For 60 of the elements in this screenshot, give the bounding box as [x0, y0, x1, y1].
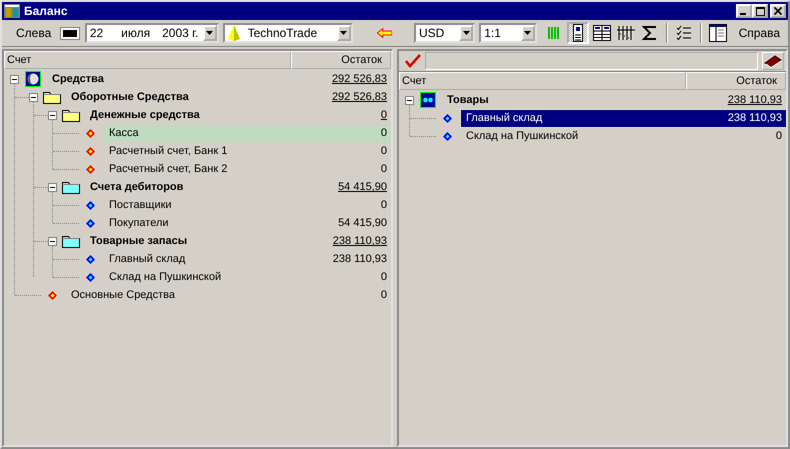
minimize-button[interactable] — [736, 4, 752, 18]
globe-icon — [25, 71, 41, 87]
tree-item[interactable]: Оборотные Средства 292 526,83 — [66, 88, 391, 106]
tree-item[interactable]: Денежные средства 0 — [85, 106, 391, 124]
date-dropdown[interactable]: 22 июля 2003 г. — [84, 23, 219, 43]
app-icon — [4, 4, 20, 18]
collapse-toggle[interactable] — [405, 96, 414, 104]
tree-item[interactable]: Товары 238 110,93 — [442, 92, 786, 108]
tree-item[interactable]: Поставщики 0 — [104, 196, 391, 214]
book-button[interactable] — [762, 52, 784, 70]
tree-item[interactable]: Товарные запасы 238 110,93 — [85, 232, 391, 250]
column-header[interactable]: Счет — [399, 72, 686, 90]
checklist-icon — [676, 25, 692, 41]
tree-item[interactable]: Основные Средства 0 — [66, 286, 391, 304]
caret-icon — [462, 31, 470, 35]
pyramid-icon — [228, 25, 240, 41]
tree-item[interactable]: Средства 292 526,83 — [47, 70, 391, 88]
tree-item[interactable]: Расчетный счет, Банк 1 0 — [104, 142, 391, 160]
collapse-toggle[interactable] — [48, 236, 57, 246]
maximize-button[interactable] — [752, 4, 768, 18]
tree-item[interactable]: Главный склад 238 110,93 — [461, 110, 786, 126]
tree-item[interactable]: Счета дебиторов 54 415,90 — [85, 178, 391, 196]
caret-icon — [340, 31, 348, 35]
bars-icon — [546, 25, 562, 41]
close-icon — [774, 7, 782, 15]
toolbar-button[interactable] — [706, 22, 729, 44]
caret-icon — [206, 31, 214, 35]
ledger-icon — [592, 25, 611, 41]
collapse-toggle[interactable] — [48, 182, 57, 192]
right-label: Справа — [738, 26, 780, 40]
collapse-toggle[interactable] — [48, 110, 57, 120]
tree-item[interactable]: Касса 0 — [104, 124, 391, 142]
input-field[interactable] — [425, 52, 758, 70]
tree-item[interactable]: Склад на Пушкинской 0 — [461, 128, 786, 144]
window-title: Баланс — [24, 4, 68, 18]
column-header[interactable]: Остаток — [291, 51, 391, 69]
arrow-left-icon[interactable] — [376, 28, 392, 38]
column-header[interactable]: Остаток — [686, 72, 786, 90]
currency-dropdown[interactable]: USD — [414, 23, 476, 43]
sigma-icon — [642, 25, 658, 41]
caret-icon — [524, 31, 532, 35]
collapse-toggle[interactable] — [10, 74, 19, 84]
close-button[interactable] — [770, 4, 786, 18]
company-dropdown[interactable]: TechnoTrade — [222, 23, 353, 43]
tree-item[interactable]: Склад на Пушкинской 0 — [104, 268, 391, 286]
color-swatch[interactable] — [61, 28, 79, 38]
left-label: Слева — [16, 26, 52, 40]
toolbar-button[interactable] — [566, 22, 589, 44]
tree-item[interactable]: Покупатели 54 415,90 — [104, 214, 391, 232]
toolbar-button[interactable] — [590, 22, 613, 44]
columns-icon — [616, 25, 635, 41]
column-header[interactable]: Счет — [4, 51, 291, 69]
tree-item[interactable]: Расчетный счет, Банк 2 0 — [104, 160, 391, 178]
maximize-icon — [756, 6, 764, 16]
checkmark-icon[interactable] — [405, 54, 421, 68]
dots-icon — [420, 92, 436, 108]
panel-icon — [708, 24, 727, 42]
collapse-toggle[interactable] — [29, 92, 38, 102]
tree-item[interactable]: Главный склад 238 110,93 — [104, 250, 391, 268]
scale-dropdown[interactable]: 1:1 — [479, 23, 537, 43]
